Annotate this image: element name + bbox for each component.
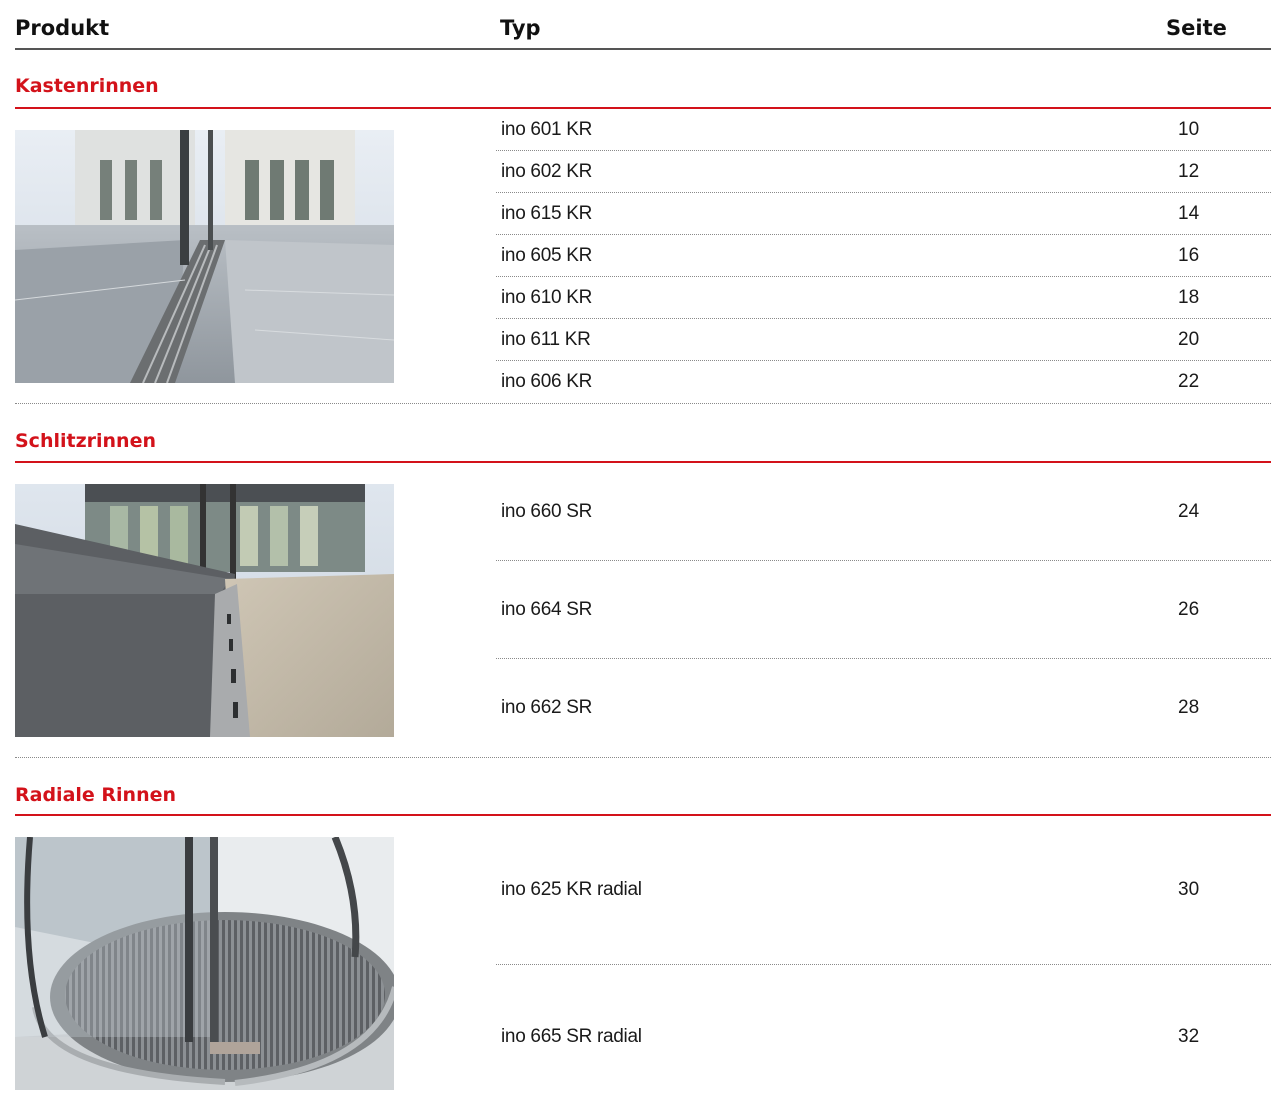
product-image-schlitzrinnen bbox=[15, 484, 394, 737]
section-title-radiale-rinnen: Radiale Rinnen bbox=[15, 784, 177, 806]
row-typ: ino 664 SR bbox=[501, 599, 593, 620]
row-seite: 14 bbox=[1178, 203, 1200, 224]
row-typ: ino 611 KR bbox=[501, 329, 591, 350]
row-seite: 26 bbox=[1178, 599, 1200, 620]
row-seite: 32 bbox=[1178, 1026, 1200, 1047]
row-divider bbox=[496, 658, 1271, 659]
row-seite: 28 bbox=[1178, 697, 1200, 718]
row-typ: ino 615 KR bbox=[501, 203, 593, 224]
row-typ: ino 602 KR bbox=[501, 161, 593, 182]
header-divider bbox=[15, 48, 1271, 50]
row-typ: ino 662 SR bbox=[501, 697, 593, 718]
row-divider bbox=[496, 318, 1271, 319]
row-typ: ino 601 KR bbox=[501, 119, 593, 140]
column-header-produkt: Produkt bbox=[15, 16, 110, 40]
section-end-divider bbox=[15, 757, 1271, 758]
row-typ: ino 605 KR bbox=[501, 245, 593, 266]
section-end-divider bbox=[15, 403, 1271, 404]
row-typ: ino 606 KR bbox=[501, 371, 593, 392]
row-divider bbox=[496, 560, 1271, 561]
row-seite: 30 bbox=[1178, 879, 1200, 900]
row-seite: 20 bbox=[1178, 329, 1200, 350]
row-typ: ino 610 KR bbox=[501, 287, 593, 308]
section-divider-radiale-rinnen bbox=[15, 814, 1271, 816]
row-seite: 18 bbox=[1178, 287, 1200, 308]
section-divider-schlitzrinnen bbox=[15, 461, 1271, 463]
row-divider bbox=[496, 150, 1271, 151]
row-seite: 16 bbox=[1178, 245, 1200, 266]
row-seite: 24 bbox=[1178, 501, 1200, 522]
row-seite: 22 bbox=[1178, 371, 1200, 392]
product-image-radiale-rinnen bbox=[15, 837, 394, 1090]
section-divider-kastenrinnen bbox=[15, 107, 1271, 109]
row-typ: ino 665 SR radial bbox=[501, 1026, 642, 1047]
row-typ: ino 660 SR bbox=[501, 501, 593, 522]
row-divider bbox=[496, 192, 1271, 193]
row-divider bbox=[496, 234, 1271, 235]
row-divider bbox=[496, 360, 1271, 361]
product-image-kastenrinnen bbox=[15, 130, 394, 383]
section-title-kastenrinnen: Kastenrinnen bbox=[15, 75, 159, 97]
column-header-seite: Seite bbox=[1166, 16, 1227, 40]
column-header-typ: Typ bbox=[500, 16, 541, 40]
row-divider bbox=[496, 276, 1271, 277]
section-title-schlitzrinnen: Schlitzrinnen bbox=[15, 430, 156, 452]
row-divider bbox=[496, 964, 1271, 965]
row-typ: ino 625 KR radial bbox=[501, 879, 642, 900]
row-seite: 10 bbox=[1178, 119, 1200, 140]
row-seite: 12 bbox=[1178, 161, 1200, 182]
